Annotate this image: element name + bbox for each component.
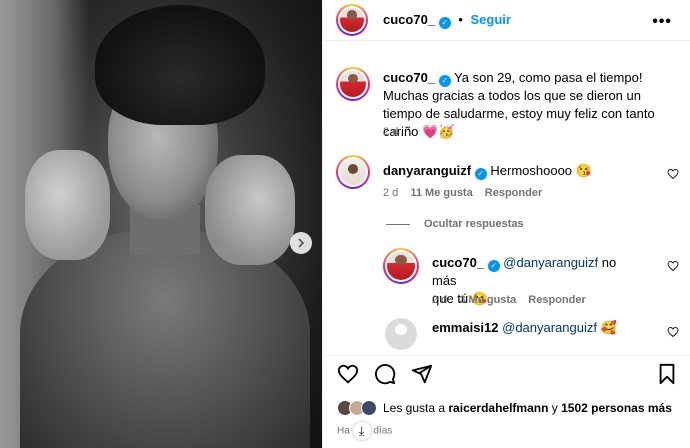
- heart-icon: [337, 364, 359, 384]
- likes-summary[interactable]: Les gusta a raicerdahelfmann y 1502 pers…: [337, 400, 672, 416]
- comment-icon: [375, 364, 396, 385]
- post-header: cuco70_ ✓ • Seguir •••: [323, 0, 690, 41]
- likes-prefix: Les gusta a: [383, 401, 446, 415]
- replies-line: [386, 223, 410, 225]
- chevron-right-icon: [298, 238, 305, 248]
- post-photo: [0, 0, 322, 448]
- reply-reply-button[interactable]: Responder: [528, 294, 585, 306]
- verified-icon: ✓: [487, 260, 500, 272]
- post-date: Ha ⤓ días: [337, 422, 392, 440]
- photo-hand-right: [205, 155, 295, 265]
- comment-meta: 2 d 11 Me gusta Responder: [383, 187, 542, 199]
- reply-likes[interactable]: 3 Me gusta: [459, 294, 516, 306]
- reply-button[interactable]: Responder: [485, 187, 542, 199]
- caption-username[interactable]: cuco70_: [383, 70, 435, 85]
- download-icon[interactable]: ⤓: [352, 422, 371, 440]
- separator-dot: •: [458, 12, 463, 27]
- caption-avatar[interactable]: [336, 67, 370, 101]
- heart-icon[interactable]: [667, 326, 679, 338]
- verified-icon: ✓: [438, 17, 451, 29]
- comment-text: Hermoshoooo 😘: [490, 163, 592, 178]
- like-button[interactable]: [336, 362, 360, 386]
- comments-section: cuco70_ ✓ Ya son 29, como pasa el tiempo…: [323, 42, 690, 355]
- verified-icon: ✓: [474, 168, 487, 180]
- liker-avatar: [361, 400, 377, 416]
- reply-avatar[interactable]: [385, 318, 417, 350]
- post-date-part: Ha: [337, 425, 350, 437]
- reply-mention[interactable]: @danyaranguizf: [503, 255, 598, 270]
- likes-others[interactable]: 1502 personas más: [561, 401, 672, 415]
- comment-button[interactable]: [373, 362, 397, 386]
- author-username[interactable]: cuco70_: [383, 12, 435, 27]
- caption: cuco70_ ✓ Ya son 29, como pasa el tiempo…: [383, 69, 678, 141]
- bookmark-icon: [659, 363, 675, 385]
- more-icon[interactable]: •••: [652, 13, 672, 31]
- likes-text: Les gusta a raicerdahelfmann y 1502 pers…: [383, 401, 672, 415]
- heart-icon[interactable]: [667, 168, 679, 180]
- post-actions: Les gusta a raicerdahelfmann y 1502 pers…: [323, 355, 690, 448]
- reply-username[interactable]: cuco70_: [432, 255, 484, 270]
- share-button[interactable]: [410, 362, 434, 386]
- author-avatar[interactable]: [336, 4, 368, 36]
- share-icon: [411, 364, 433, 384]
- reply-meta: 2 d 3 Me gusta Responder: [432, 294, 586, 306]
- heart-icon[interactable]: [667, 260, 679, 272]
- reply-username[interactable]: emmaisi12: [432, 320, 499, 335]
- post-date-part: días: [373, 425, 393, 437]
- reply-body: emmaisi12 @danyaranguizf 🥰: [432, 319, 652, 337]
- comment-likes[interactable]: 11 Me gusta: [410, 187, 472, 199]
- verified-icon: ✓: [438, 75, 451, 87]
- reply-mention[interactable]: @danyaranguizf: [502, 320, 597, 335]
- reply-text: 🥰: [600, 320, 617, 335]
- save-button[interactable]: [655, 362, 679, 386]
- next-photo-button[interactable]: [290, 232, 312, 254]
- photo-hand-left: [25, 150, 110, 260]
- reply-time: 2 d: [432, 294, 448, 306]
- likes-joiner: y: [551, 401, 558, 415]
- comment-username[interactable]: danyaranguizf: [383, 163, 471, 178]
- comment-time: 2 d: [383, 187, 399, 199]
- hide-replies-toggle[interactable]: Ocultar respuestas: [386, 218, 524, 230]
- comment-body: danyaranguizf ✓ Hermoshoooo 😘: [383, 162, 663, 180]
- follow-button[interactable]: Seguir: [470, 12, 510, 27]
- post-panel: cuco70_ ✓ • Seguir ••• cuco70_ ✓ Ya son …: [323, 0, 690, 448]
- caption-time: 2 d: [383, 126, 399, 138]
- comment-avatar[interactable]: [336, 155, 370, 189]
- likes-user[interactable]: raicerdahelfmann: [448, 401, 548, 415]
- reply-avatar[interactable]: [383, 248, 419, 284]
- hide-replies-label: Ocultar respuestas: [424, 218, 524, 230]
- photo-hair: [95, 5, 265, 125]
